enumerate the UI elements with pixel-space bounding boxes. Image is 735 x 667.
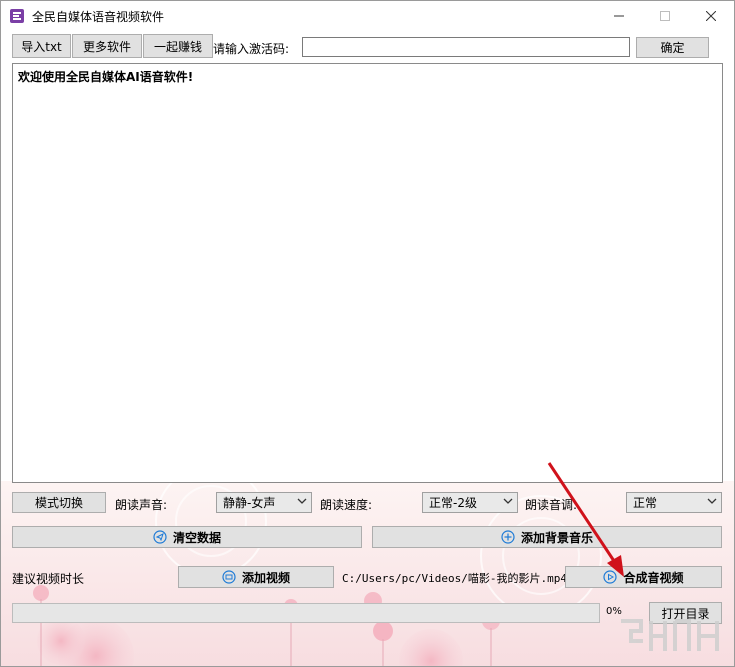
speed-select-value: 正常-2级 bbox=[429, 496, 477, 510]
add-video-button[interactable]: 添加视频 bbox=[178, 566, 334, 588]
voice-select[interactable]: 静静-女声 bbox=[216, 492, 312, 513]
title-bar[interactable]: 全民自媒体语音视频软件 bbox=[1, 1, 734, 31]
maximize-button[interactable] bbox=[642, 1, 688, 31]
pitch-select-value: 正常 bbox=[633, 496, 658, 510]
editor-text: 欢迎使用全民自媒体AI语音软件! bbox=[18, 70, 194, 84]
clear-data-label: 清空数据 bbox=[172, 530, 221, 545]
minimize-button[interactable] bbox=[596, 1, 642, 31]
speed-select[interactable]: 正常-2级 bbox=[422, 492, 518, 513]
chevron-down-icon bbox=[297, 498, 307, 504]
activation-code-label: 请输入激活码: bbox=[213, 42, 290, 56]
watermark-logo bbox=[621, 619, 719, 651]
earn-together-button[interactable]: 一起赚钱 bbox=[143, 34, 213, 58]
import-txt-button[interactable]: 导入txt bbox=[12, 34, 71, 58]
suggested-duration-label: 建议视频时长 bbox=[12, 572, 85, 586]
minimize-icon bbox=[614, 15, 624, 17]
speed-label: 朗读速度: bbox=[320, 498, 373, 512]
film-icon bbox=[222, 570, 236, 584]
confirm-button[interactable]: 确定 bbox=[636, 37, 709, 58]
compose-av-button[interactable]: 合成音视频 bbox=[565, 566, 722, 588]
app-window: 全民自媒体语音视频软件 导入txt 更多软件 一起赚钱 请输入激活码: 确定 欢… bbox=[0, 0, 735, 667]
pitch-select[interactable]: 正常 bbox=[626, 492, 722, 513]
chevron-down-icon bbox=[707, 498, 717, 504]
window-title: 全民自媒体语音视频软件 bbox=[32, 10, 165, 24]
voice-select-value: 静静-女声 bbox=[223, 496, 276, 510]
add-background-music-button[interactable]: 添加背景音乐 bbox=[372, 526, 722, 548]
add-video-label: 添加视频 bbox=[241, 570, 290, 585]
add-background-music-label: 添加背景音乐 bbox=[520, 530, 593, 545]
maximize-icon bbox=[660, 11, 670, 21]
app-icon bbox=[10, 9, 24, 23]
mode-switch-button[interactable]: 模式切换 bbox=[12, 492, 106, 513]
clear-data-button[interactable]: 清空数据 bbox=[12, 526, 362, 548]
more-software-button[interactable]: 更多软件 bbox=[72, 34, 142, 58]
progress-bar bbox=[12, 603, 600, 623]
plus-circle-icon bbox=[501, 530, 515, 544]
compose-av-label: 合成音视频 bbox=[623, 570, 684, 585]
client-area: 导入txt 更多软件 一起赚钱 请输入激活码: 确定 欢迎使用全民自媒体AI语音… bbox=[1, 31, 734, 666]
close-icon bbox=[706, 11, 716, 21]
chevron-down-icon bbox=[503, 498, 513, 504]
close-button[interactable] bbox=[688, 1, 734, 31]
voice-label: 朗读声音: bbox=[115, 498, 168, 512]
send-circle-icon bbox=[153, 530, 167, 544]
pitch-label: 朗读音调: bbox=[525, 498, 578, 512]
activation-code-input[interactable] bbox=[302, 37, 630, 57]
text-editor[interactable]: 欢迎使用全民自媒体AI语音软件! bbox=[12, 63, 723, 483]
play-circle-icon bbox=[603, 570, 618, 584]
video-path-text: C:/Users/pc/Videos/喵影-我的影片.mp4 bbox=[342, 572, 567, 585]
